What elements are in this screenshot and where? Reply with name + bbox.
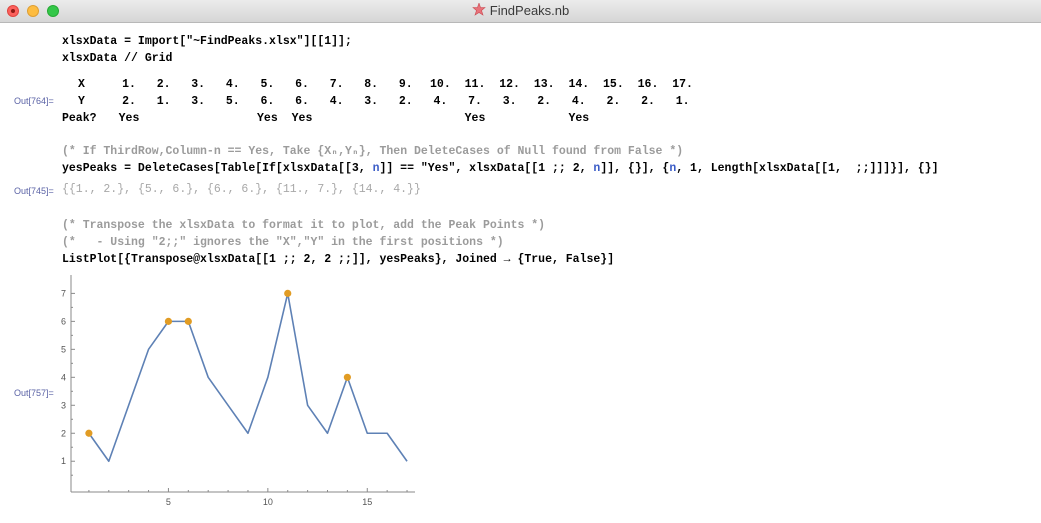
yespeaks-input[interactable]: yesPeaks = DeleteCases[Table[If[xlsxData… — [62, 162, 938, 176]
yespeaks-output-label: Out[745]= — [14, 186, 54, 196]
yespeaks-code-part: ]], {}], { — [600, 162, 670, 175]
grid-cell-peak: Yes — [291, 112, 313, 125]
yespeaks-code-part: , 1, Length[xlsxData[[1, ;;]]]}], {}] — [676, 162, 939, 175]
yespeaks-code-part: ]] == "Yes", xlsxData[[1 ;; 2, — [379, 162, 594, 175]
comment-transpose: (* Transpose the xlsxData to format it t… — [62, 219, 546, 232]
y-tick-label: 2 — [61, 428, 66, 438]
grid-output-label: Out[764]= — [14, 96, 54, 106]
peak-point — [85, 429, 93, 437]
x-tick-label: 5 — [166, 497, 171, 507]
y-tick-label: 1 — [61, 456, 66, 466]
import-input-line-2[interactable]: xlsxData // Grid — [62, 52, 172, 66]
y-tick-label: 7 — [61, 288, 66, 298]
grid-cell-x: 17. — [672, 78, 693, 91]
grid-peak-header: Peak? — [62, 112, 97, 125]
mathematica-spikey-icon — [471, 2, 486, 20]
x-tick-label: 15 — [362, 497, 372, 507]
yespeaks-output: {{1., 2.}, {5., 6.}, {6., 6.}, {11., 7.}… — [62, 183, 421, 196]
window-title-area: FindPeaks.nb — [0, 2, 1041, 20]
peaks-list-plot[interactable]: 5 10 15 1 2 3 4 5 6 7 — [55, 275, 415, 515]
y-tick-label: 4 — [61, 372, 66, 382]
peak-point — [343, 373, 351, 381]
x-tick-label: 10 — [263, 497, 273, 507]
grid-cell-peak: Yes — [464, 112, 486, 125]
comment-using: (* - Using "2;;" ignores the "X","Y" in … — [62, 236, 504, 249]
comment-peak-logic: (* If ThirdRow,Column-n == Yes, Take {Xₙ… — [62, 145, 684, 158]
peak-point — [184, 317, 192, 325]
title-bar: FindPeaks.nb — [0, 0, 1041, 23]
listplot-input[interactable]: ListPlot[{Transpose@xlsxData[[1 ;; 2, 2 … — [62, 253, 614, 267]
grid-cell-y: 1. — [675, 95, 690, 108]
window-title: FindPeaks.nb — [489, 3, 570, 18]
yespeaks-code-part: yesPeaks = DeleteCases[Table[If[xlsxData… — [62, 162, 373, 175]
peak-point — [284, 289, 292, 297]
grid-cell-peak: Yes — [118, 112, 140, 125]
y-tick-label: 5 — [61, 344, 66, 354]
peak-point — [164, 317, 173, 325]
data-series-line — [88, 292, 408, 463]
y-tick-label: 6 — [61, 316, 66, 326]
plot-output-label: Out[757]= — [14, 388, 54, 398]
grid-cell-peak: Yes — [568, 112, 590, 125]
import-input-line-1[interactable]: xlsxData = Import["~FindPeaks.xlsx"][[1]… — [62, 35, 352, 49]
y-tick-label: 3 — [61, 400, 66, 410]
